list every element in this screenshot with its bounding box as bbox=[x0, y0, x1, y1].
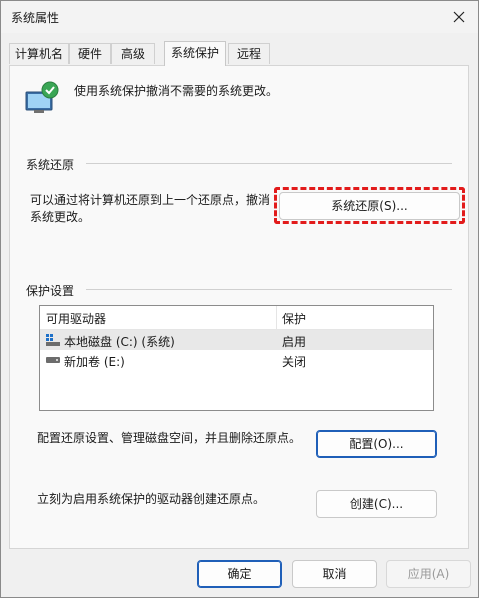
configure-button[interactable]: 配置(O)... bbox=[316, 430, 437, 458]
tab-computer-name[interactable]: 计算机名 bbox=[9, 43, 69, 64]
system-protection-panel: 使用系统保护撤消不需要的系统更改。 系统还原 可以通过将计算机还原到上一个还原点… bbox=[9, 65, 469, 549]
drive-row[interactable]: 新加卷 (E:) 关闭 bbox=[40, 350, 433, 370]
system-drive-icon bbox=[46, 334, 60, 346]
ok-button[interactable]: 确定 bbox=[197, 560, 282, 588]
drive-icon bbox=[46, 357, 60, 363]
close-button[interactable] bbox=[446, 5, 472, 29]
tab-remote[interactable]: 远程 bbox=[228, 43, 270, 64]
create-description: 立刻为启用系统保护的驱动器创建还原点。 bbox=[37, 492, 266, 506]
drive-name: 新加卷 (E:) bbox=[64, 355, 125, 369]
column-header-drive[interactable]: 可用驱动器 bbox=[46, 310, 106, 327]
drive-row[interactable]: 本地磁盘 (C:) (系统) 启用 bbox=[40, 330, 433, 350]
dialog-footer: 确定 取消 应用(A) bbox=[1, 549, 478, 597]
drive-name: 本地磁盘 (C:) (系统) bbox=[64, 335, 175, 349]
cancel-button[interactable]: 取消 bbox=[292, 560, 377, 588]
protection-settings-group-title: 保护设置 bbox=[26, 284, 75, 298]
system-protection-icon bbox=[25, 81, 59, 113]
drive-protection-status: 关闭 bbox=[282, 355, 307, 369]
apply-button[interactable]: 应用(A) bbox=[386, 560, 471, 588]
header-description: 使用系统保护撤消不需要的系统更改。 bbox=[74, 84, 279, 98]
divider bbox=[86, 163, 452, 164]
restore-description: 可以通过将计算机还原到上一个还原点，撤消 系统更改。 bbox=[30, 192, 270, 226]
drive-list-header: 可用驱动器 保护 bbox=[40, 306, 433, 330]
restore-description-line2: 系统更改。 bbox=[30, 210, 91, 224]
divider bbox=[86, 289, 452, 290]
drive-list[interactable]: 可用驱动器 保护 本地磁盘 (C:) (系统) 启用 新加卷 (E:) 关闭 bbox=[39, 305, 434, 411]
tab-hardware[interactable]: 硬件 bbox=[69, 43, 111, 64]
configure-description: 配置还原设置、管理磁盘空间，并且删除还原点。 bbox=[37, 431, 302, 445]
restore-description-line1: 可以通过将计算机还原到上一个还原点，撤消 bbox=[30, 193, 271, 207]
system-properties-window: 系统属性 计算机名 硬件 高级 系统保护 远程 使用系统保护撤消不需要的系统更改… bbox=[0, 0, 479, 598]
system-restore-group-title: 系统还原 bbox=[26, 158, 75, 172]
title-bar: 系统属性 bbox=[1, 1, 478, 33]
column-header-protection[interactable]: 保护 bbox=[282, 310, 306, 327]
tab-advanced[interactable]: 高级 bbox=[111, 43, 155, 64]
window-title: 系统属性 bbox=[11, 11, 60, 25]
highlight-annotation bbox=[274, 187, 465, 224]
create-button[interactable]: 创建(C)... bbox=[316, 490, 437, 518]
tab-system-protection[interactable]: 系统保护 bbox=[164, 41, 226, 66]
close-icon bbox=[453, 11, 465, 23]
drive-protection-status: 启用 bbox=[282, 335, 307, 349]
column-separator bbox=[276, 306, 277, 329]
